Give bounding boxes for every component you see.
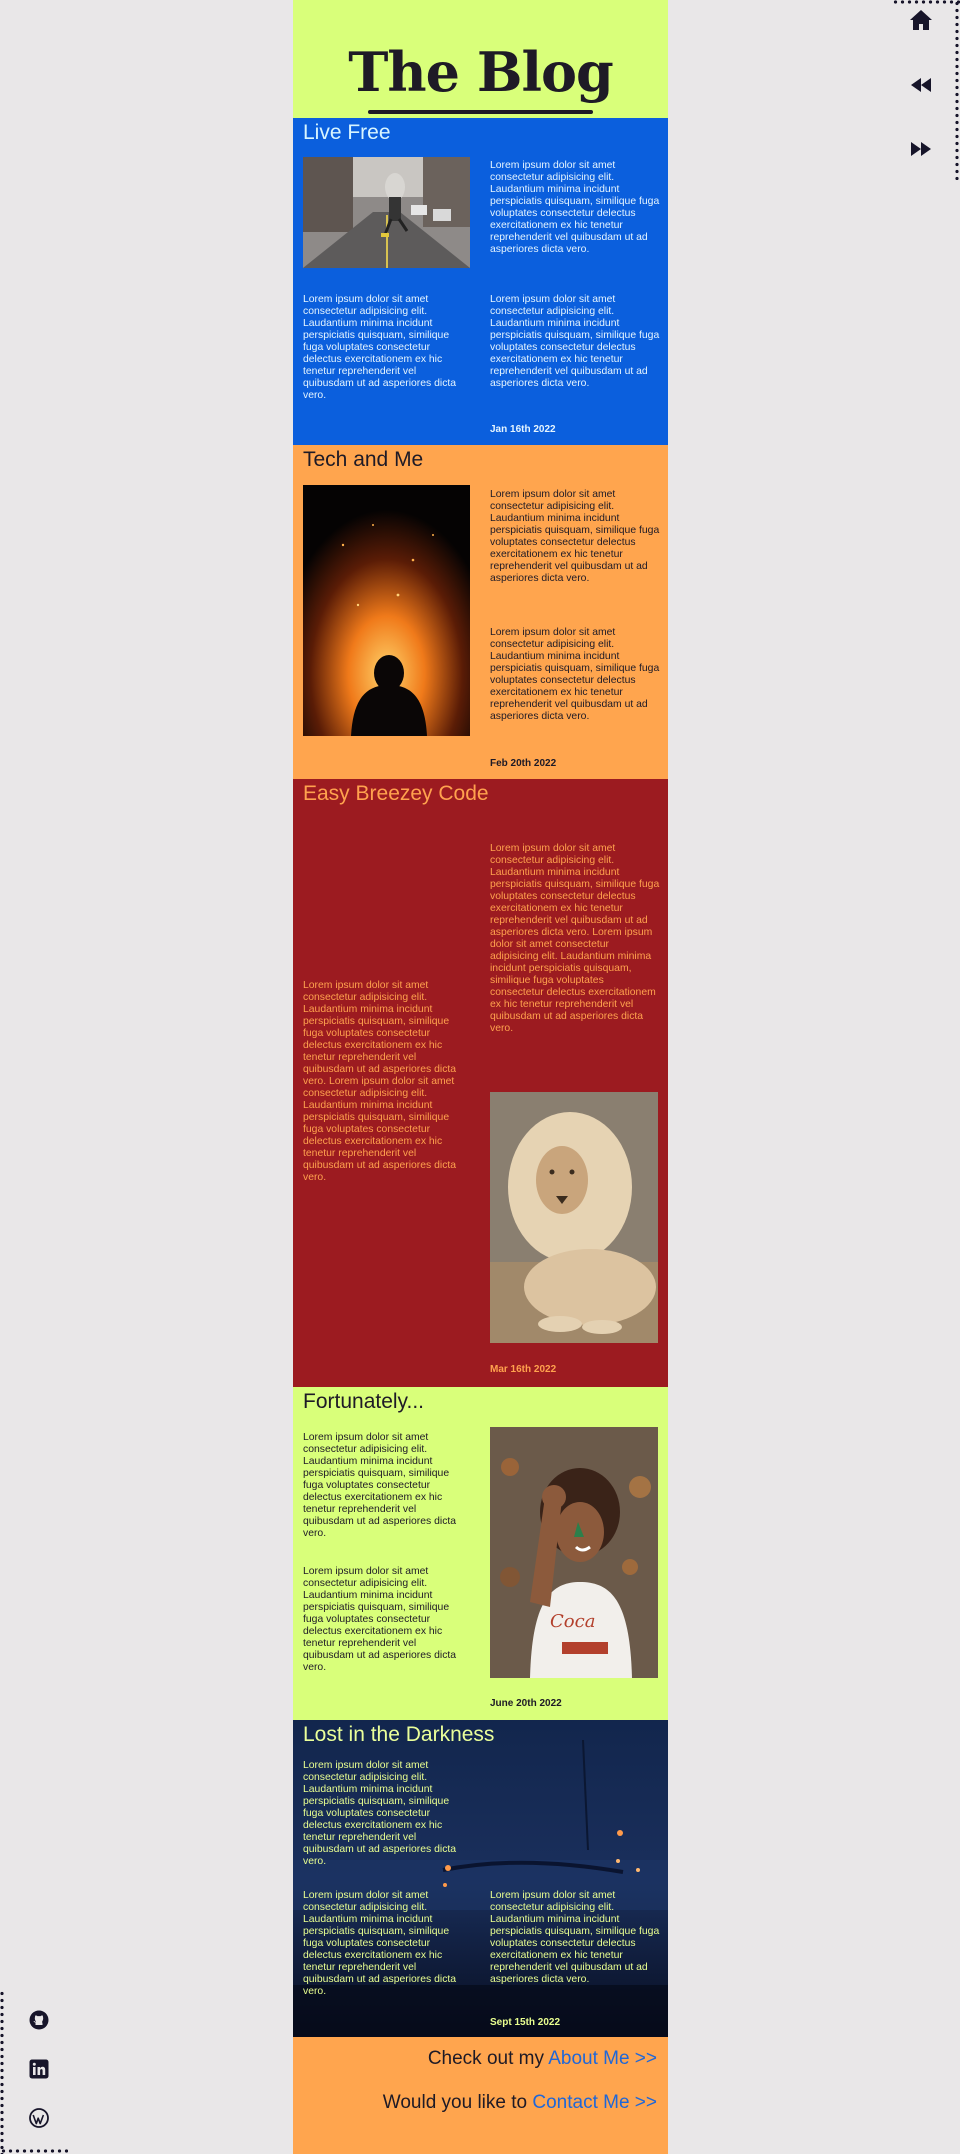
post-tech-and-me: Tech and Me Lorem ipsum dolor sit amet c… <box>293 445 668 779</box>
contact-me-link[interactable]: Contact Me >> <box>532 2092 657 2113</box>
post-title: Fortunately... <box>303 1390 424 1413</box>
contact-prefix: Would you like to <box>382 2092 533 2113</box>
post-date: June 20th 2022 <box>490 1698 562 1709</box>
nav-border-left <box>955 0 959 180</box>
post-date: Feb 20th 2022 <box>490 758 557 769</box>
post-paragraph: Lorem ipsum dolor sit amet consectetur a… <box>490 843 660 1034</box>
contact-line: Would you like to Contact Me >> <box>383 2092 657 2114</box>
woman-smiling-photo: Coca <box>490 1427 658 1678</box>
post-paragraph: Lorem ipsum dolor sit amet consectetur a… <box>490 627 660 722</box>
post-fortunately: Fortunately... Lorem ipsum dolor sit ame… <box>293 1387 668 1720</box>
linkedin-icon[interactable] <box>27 2057 51 2081</box>
blog-header: The Blog <box>293 0 668 118</box>
post-title: Live Free <box>303 121 391 144</box>
post-paragraph: Lorem ipsum dolor sit amet consectetur a… <box>303 1760 457 1867</box>
post-paragraph: Lorem ipsum dolor sit amet consectetur a… <box>490 489 660 584</box>
nav-border-top <box>892 0 960 4</box>
post-title: Easy Breezey Code <box>303 782 489 805</box>
social-border-top <box>0 2149 68 2153</box>
rewind-icon[interactable] <box>909 73 933 97</box>
about-prefix: Check out my <box>427 2048 549 2069</box>
street-jump-photo <box>303 157 470 268</box>
post-date: Sept 15th 2022 <box>490 2017 561 2028</box>
post-paragraph: Lorem ipsum dolor sit amet consectetur a… <box>303 1890 457 1997</box>
fast-forward-icon[interactable] <box>909 137 933 161</box>
post-title: Tech and Me <box>303 448 424 471</box>
svg-text:Coca: Coca <box>550 1611 595 1632</box>
social-border-right <box>0 1990 4 2154</box>
post-date: Jan 16th 2022 <box>490 424 556 435</box>
about-me-link[interactable]: About Me >> <box>548 2048 657 2069</box>
post-paragraph: Lorem ipsum dolor sit amet consectetur a… <box>490 1890 660 1985</box>
lion-photo <box>490 1092 658 1343</box>
blog-title: The Blog <box>348 40 614 104</box>
post-date: Mar 16th 2022 <box>490 1364 557 1375</box>
github-icon[interactable] <box>27 2008 51 2032</box>
post-paragraph: Lorem ipsum dolor sit amet consectetur a… <box>303 1432 457 1539</box>
post-title: Lost in the Darkness <box>303 1723 495 1746</box>
title-underline <box>368 110 593 114</box>
post-lost-in-the-darkness: Lost in the Darkness Lorem ipsum dolor s… <box>293 1720 668 2037</box>
about-line: Check out my About Me >> <box>428 2048 657 2070</box>
post-paragraph: Lorem ipsum dolor sit amet consectetur a… <box>303 294 457 401</box>
post-paragraph: Lorem ipsum dolor sit amet consectetur a… <box>490 160 660 255</box>
home-icon[interactable] <box>909 8 933 32</box>
post-paragraph: Lorem ipsum dolor sit amet consectetur a… <box>303 1566 457 1673</box>
content-column: The Blog Live Free Lorem ipsum dolor sit… <box>293 0 668 2154</box>
post-live-free: Live Free Lorem ipsum dolor sit amet con… <box>293 118 668 445</box>
post-paragraph: Lorem ipsum dolor sit amet consectetur a… <box>490 294 660 389</box>
post-paragraph: Lorem ipsum dolor sit amet consectetur a… <box>303 980 457 1183</box>
bonfire-photo <box>303 485 470 736</box>
post-easy-breezey-code: Easy Breezey Code Lorem ipsum dolor sit … <box>293 779 668 1387</box>
page-footer: Check out my About Me >> Would you like … <box>293 2037 668 2154</box>
wordpress-icon[interactable] <box>27 2106 51 2130</box>
